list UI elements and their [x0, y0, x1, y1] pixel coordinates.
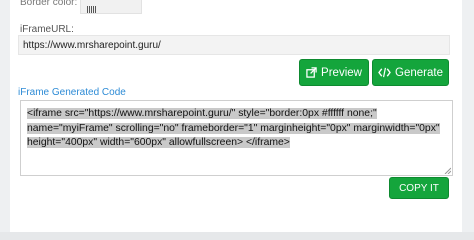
- generated-code-textarea[interactable]: <iframe src="https://www.mrsharepoint.gu…: [20, 100, 453, 176]
- generated-code-text: <iframe src="https://www.mrsharepoint.gu…: [27, 107, 446, 151]
- iframe-url-input[interactable]: https://www.mrsharepoint.guru/: [18, 35, 450, 55]
- preview-button[interactable]: Preview: [299, 59, 369, 86]
- generate-button-label: Generate: [395, 66, 443, 79]
- preview-button-label: Preview: [321, 66, 362, 79]
- page-footer-band: [0, 232, 474, 240]
- border-color-label: Border color:: [20, 0, 78, 8]
- resize-handle-icon[interactable]: [444, 167, 451, 174]
- code-line: name="myiFrame" scrolling="no" framebord…: [27, 122, 440, 134]
- copy-it-button[interactable]: COPY IT: [389, 177, 449, 199]
- external-link-icon: [306, 67, 317, 78]
- code-line: <iframe src="https://www.mrsharepoint.gu…: [27, 108, 377, 119]
- generate-button[interactable]: Generate: [372, 59, 449, 86]
- color-swatch-icon: [87, 0, 99, 13]
- code-icon: [378, 67, 391, 78]
- generated-code-label: iFrame Generated Code: [18, 87, 126, 98]
- iframe-url-label: iFrameURL:: [20, 24, 74, 35]
- code-line: height="400px" width="600px" allowfullsc…: [27, 137, 290, 148]
- border-color-picker[interactable]: [80, 0, 142, 14]
